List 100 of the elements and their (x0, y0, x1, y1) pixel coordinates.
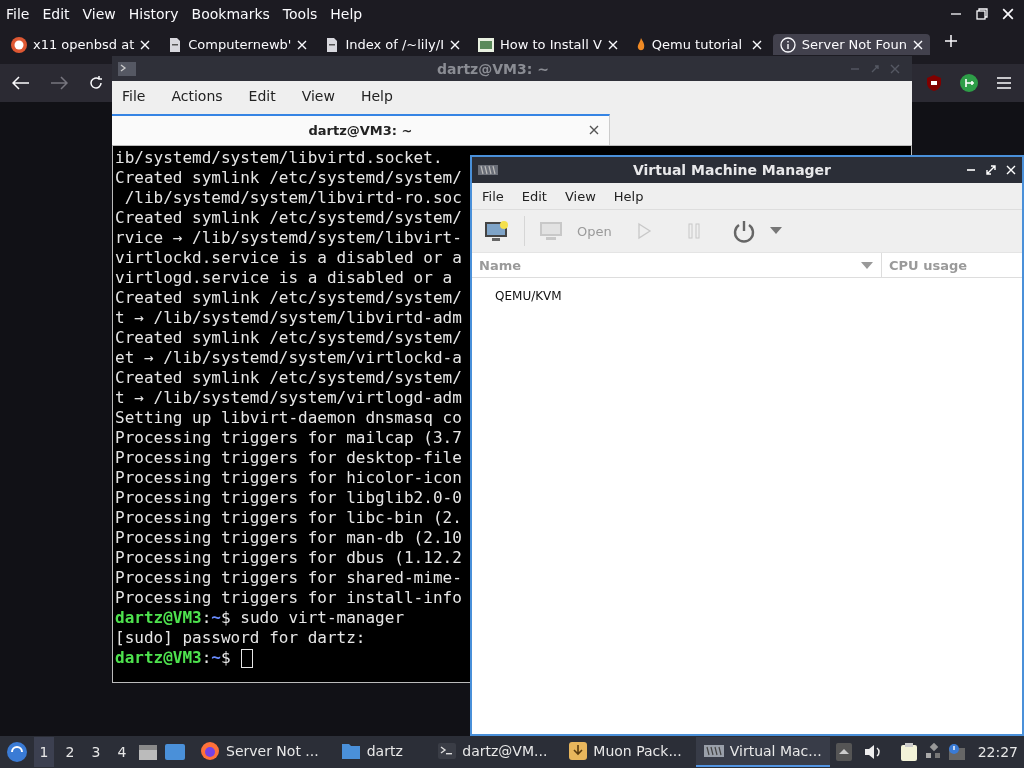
terminal-line: rvice → /lib/systemd/system/libvirt- (115, 228, 462, 248)
terminal-line: Processing triggers for man-db (2.10 (115, 528, 462, 548)
terminal-line: Processing triggers for libc-bin (2. (115, 508, 462, 528)
taskbar-button[interactable]: dartz@VM... (430, 737, 556, 767)
menu-item[interactable]: View (82, 6, 116, 22)
terminal-command: $ sudo virt-manager (221, 608, 404, 628)
terminal-tab[interactable]: dartz@VM3: ~ (112, 114, 610, 145)
shield-icon[interactable] (926, 74, 942, 92)
caret-icon[interactable] (769, 227, 782, 235)
page-icon (325, 36, 340, 53)
menu-item[interactable]: Bookmarks (191, 6, 270, 22)
terminal-line: ib/systemd/system/libvirtd.socket. (115, 148, 443, 168)
browser-icon (200, 741, 220, 761)
close-icon[interactable] (589, 125, 599, 135)
prompt-path: ~ (211, 648, 221, 668)
connection-row[interactable]: QEMU/KVM (472, 284, 1022, 308)
workspace-button[interactable]: 1 (34, 737, 54, 767)
workspace-button[interactable]: 4 (112, 737, 132, 767)
terminal-line: Created symlink /etc/systemd/system/ (115, 328, 462, 348)
menu-item[interactable]: File (482, 188, 504, 204)
grade-icon[interactable] (960, 74, 978, 92)
menu-icon[interactable] (996, 76, 1012, 90)
flame-icon (635, 36, 646, 53)
menu-item[interactable]: Edit (521, 188, 547, 204)
start-menu-icon[interactable] (6, 741, 28, 763)
info-icon (779, 36, 796, 53)
menu-item[interactable]: History (128, 6, 179, 22)
terminal-line: Processing triggers for install-info (115, 588, 462, 608)
terminal-line: virtlockd.service is a disabled or a (115, 248, 462, 268)
menu-item[interactable]: File (6, 6, 30, 22)
terminal-line: [sudo] password for dartz: (115, 628, 366, 648)
vm-manager-icon (703, 745, 724, 757)
menu-item[interactable]: Edit (248, 88, 276, 104)
menu-item[interactable]: View (564, 188, 596, 204)
browser-tab[interactable]: Qemu tutorial (628, 34, 769, 55)
menu-item[interactable]: Edit (42, 6, 70, 22)
menu-item[interactable]: Help (613, 188, 644, 204)
terminal-line: Processing triggers for mailcap (3.7 (115, 428, 462, 448)
menu-item[interactable]: Tools (282, 6, 318, 22)
menu-item[interactable]: Actions (171, 88, 223, 104)
clock: 22:27 (977, 744, 1018, 760)
terminal-line: et → /lib/systemd/system/virtlockd-a (115, 348, 462, 368)
terminal-line: /lib/systemd/system/libvirtd-ro.soc (123, 188, 462, 208)
terminal-line: virtlogd.service is a disabled or a (115, 268, 453, 288)
menu-item[interactable]: View (301, 88, 335, 104)
app-icon (478, 165, 498, 175)
notification-icon[interactable] (947, 743, 966, 761)
new-tab-icon[interactable] (943, 34, 958, 48)
workspace-button[interactable]: 3 (86, 737, 106, 767)
file-manager-icon[interactable] (138, 742, 158, 762)
image-icon (478, 37, 494, 52)
browser-tab[interactable]: Server Not Foun (772, 34, 930, 55)
desktop-icon[interactable] (164, 743, 186, 761)
terminal-line: t → /lib/systemd/system/libvirtd-adm (115, 308, 462, 328)
terminal-icon (438, 743, 457, 759)
back-icon[interactable] (12, 76, 30, 90)
package-icon (569, 742, 588, 760)
reload-icon[interactable] (88, 75, 104, 91)
window-title: dartz@VM3: ~ (436, 60, 550, 77)
terminal-line: Created symlink /etc/systemd/system/ (115, 208, 462, 228)
forward-icon[interactable] (50, 76, 68, 90)
sort-icon (861, 261, 873, 269)
terminal-line: Created symlink /etc/systemd/system/ (115, 288, 462, 308)
terminal-line: Created symlink /etc/systemd/system/ (115, 368, 462, 388)
power-icon[interactable] (731, 219, 756, 243)
taskbar-button[interactable]: dartz (332, 737, 411, 767)
monitor-icon (539, 221, 563, 241)
terminal-line: Processing triggers for hicolor-icon (115, 468, 462, 488)
terminal-line: Setting up libvirt-daemon dnsmasq co (115, 408, 462, 428)
network-icon[interactable] (923, 743, 942, 761)
window-title: Virtual Machine Manager (631, 162, 833, 178)
terminal-icon (118, 61, 136, 76)
speaker-icon[interactable] (863, 744, 882, 760)
prompt-user: dartz@VM3 (115, 608, 202, 628)
new-vm-icon[interactable] (484, 220, 510, 242)
terminal-line: Processing triggers for dbus (1.12.2 (115, 548, 462, 568)
browser-tab[interactable]: Index of /~lily/I (318, 34, 467, 55)
page-icon (168, 36, 183, 53)
taskbar-button[interactable]: Muon Pack... (561, 737, 690, 767)
browser-tab[interactable]: How to Install V (471, 34, 625, 55)
browser-tab[interactable]: Computernewb' (161, 34, 315, 55)
terminal-line: Processing triggers for desktop-file (115, 448, 462, 468)
terminal-line: Created symlink /etc/systemd/system/ (115, 168, 462, 188)
terminal-command: $ (221, 648, 231, 668)
terminal-line: Processing triggers for libglib2.0-0 (115, 488, 462, 508)
taskbar-button[interactable]: Virtual Mac... (695, 737, 830, 767)
clipboard-icon[interactable] (899, 742, 918, 762)
folder-icon (340, 742, 361, 760)
menu-item[interactable]: Help (330, 6, 363, 22)
menu-item[interactable]: Help (360, 88, 393, 104)
prompt-separator: : (201, 648, 212, 668)
prompt-path: ~ (211, 608, 221, 628)
prompt-separator: : (201, 608, 212, 628)
duck-icon (11, 36, 27, 53)
terminal-line: Processing triggers for shared-mime- (115, 568, 462, 588)
menu-item[interactable]: File (122, 88, 146, 104)
restore-icon[interactable] (976, 8, 988, 20)
browser-tab[interactable]: x11 openbsd at (4, 34, 158, 55)
workspace-button[interactable]: 2 (60, 737, 80, 767)
taskbar-button[interactable]: Server Not ... (192, 737, 327, 767)
